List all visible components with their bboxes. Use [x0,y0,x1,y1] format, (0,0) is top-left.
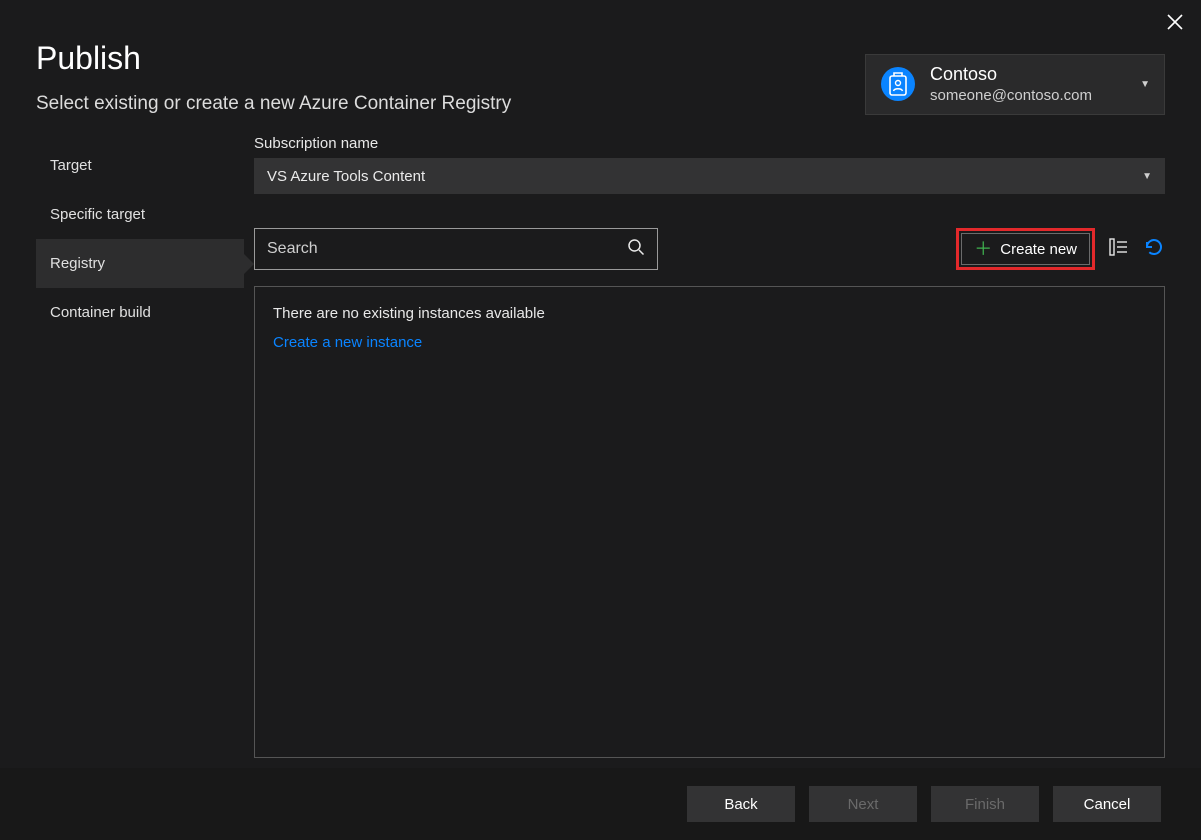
plus-icon: ＋ [974,240,992,258]
sidebar-item-label: Registry [50,255,105,272]
header-text: Publish Select existing or create a new … [36,40,511,115]
account-name: Contoso [930,63,1092,86]
toolbar: ＋ Create new [956,228,1165,270]
close-button[interactable] [1167,12,1183,34]
empty-message: There are no existing instances availabl… [273,305,1146,322]
create-new-button[interactable]: ＋ Create new [961,233,1090,265]
create-new-label: Create new [1000,241,1077,258]
main-panel: Subscription name VS Azure Tools Content… [254,135,1165,758]
search-row: ＋ Create new [254,228,1165,270]
chevron-down-icon: ▼ [1140,79,1150,90]
page-title: Publish [36,40,511,77]
sidebar-item-target[interactable]: Target [36,141,244,190]
body: Target Specific target Registry Containe… [0,115,1201,758]
subscription-label: Subscription name [254,135,1165,152]
search-icon [627,238,645,261]
search-box[interactable] [254,228,658,270]
finish-button[interactable]: Finish [931,786,1039,822]
sidebar-item-container-build[interactable]: Container build [36,288,244,337]
sidebar: Target Specific target Registry Containe… [36,135,244,758]
create-new-highlight: ＋ Create new [956,228,1095,270]
account-email: someone@contoso.com [930,86,1092,106]
create-instance-link[interactable]: Create a new instance [273,334,422,351]
refresh-icon[interactable] [1143,236,1165,262]
header: Publish Select existing or create a new … [0,0,1201,115]
back-button[interactable]: Back [687,786,795,822]
subscription-dropdown[interactable]: VS Azure Tools Content ▼ [254,158,1165,194]
sidebar-item-label: Container build [50,304,151,321]
results-panel: There are no existing instances availabl… [254,286,1165,758]
chevron-down-icon: ▼ [1142,171,1152,182]
page-subtitle: Select existing or create a new Azure Co… [36,93,511,115]
sidebar-item-label: Specific target [50,206,145,223]
sidebar-item-label: Target [50,157,92,174]
search-input[interactable] [267,240,627,258]
tree-view-icon[interactable] [1109,237,1129,261]
sidebar-item-specific-target[interactable]: Specific target [36,190,244,239]
close-icon [1167,14,1183,30]
footer: Back Next Finish Cancel [0,768,1201,840]
cancel-button[interactable]: Cancel [1053,786,1161,822]
account-badge-icon [880,66,916,102]
publish-dialog: Publish Select existing or create a new … [0,0,1201,840]
subscription-value: VS Azure Tools Content [267,168,425,185]
account-text: Contoso someone@contoso.com [930,63,1092,106]
account-selector[interactable]: Contoso someone@contoso.com ▼ [865,54,1165,115]
next-button[interactable]: Next [809,786,917,822]
sidebar-item-registry[interactable]: Registry [36,239,244,288]
